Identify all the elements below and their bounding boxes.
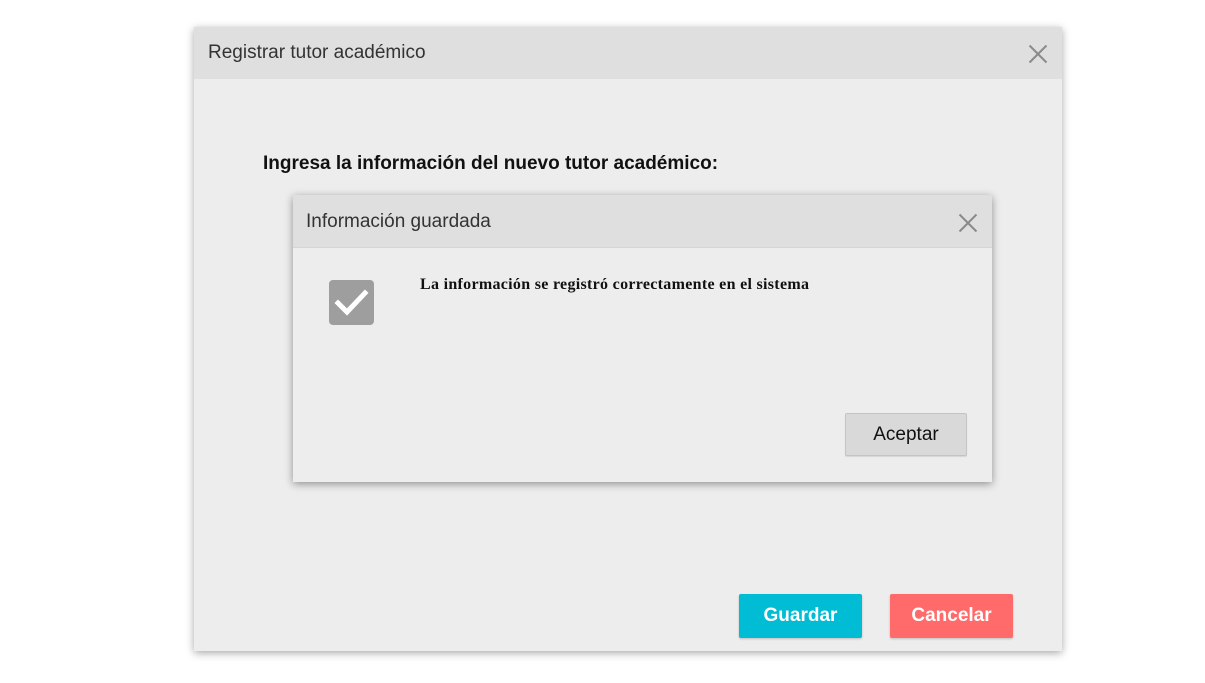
cancel-button[interactable]: Cancelar <box>890 594 1013 638</box>
checkbox-checked-icon <box>329 280 374 325</box>
close-icon[interactable] <box>1028 44 1048 64</box>
dialog-title: Registrar tutor académico <box>208 42 426 63</box>
accept-button[interactable]: Aceptar <box>845 413 967 456</box>
info-saved-dialog: Información guardada La información se r… <box>293 195 992 482</box>
info-dialog-title: Información guardada <box>306 211 491 232</box>
save-button[interactable]: Guardar <box>739 594 862 638</box>
close-icon[interactable] <box>958 213 978 233</box>
info-dialog-header: Información guardada <box>293 195 992 248</box>
instruction-text: Ingresa la información del nuevo tutor a… <box>263 153 719 174</box>
dialog-header: Registrar tutor académico <box>194 27 1062 79</box>
success-message: La información se registró correctamente… <box>420 276 810 293</box>
